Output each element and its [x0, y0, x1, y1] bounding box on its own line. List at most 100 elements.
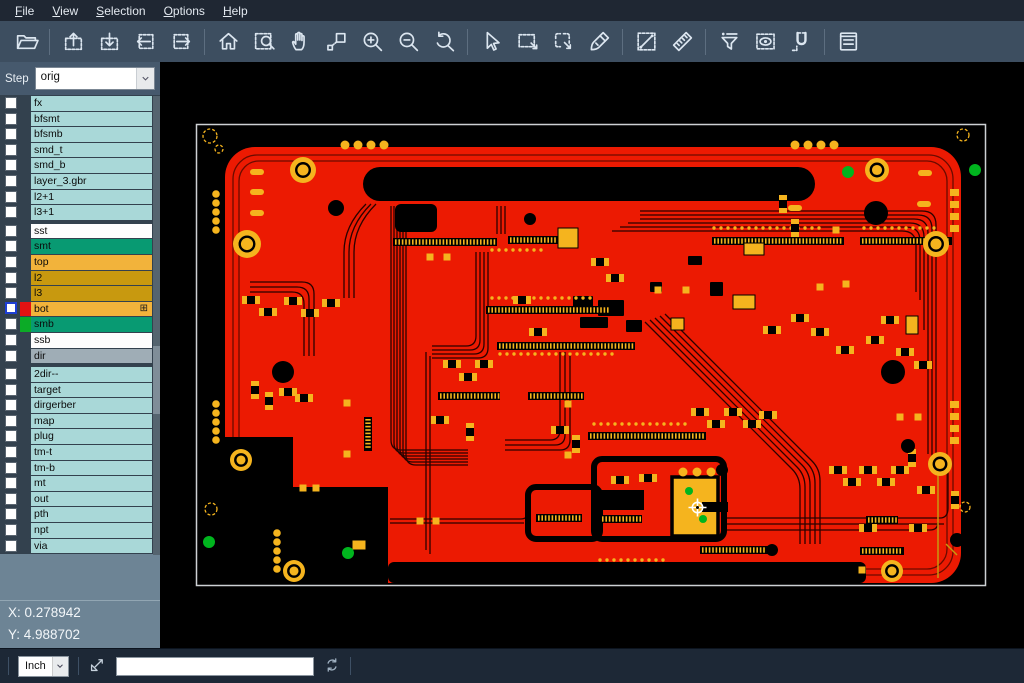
toolbar-zoom-window-button[interactable] [318, 25, 354, 59]
sidebar-scrollbar[interactable] [153, 96, 160, 555]
layer-row-2dir--[interactable]: 2dir-- [0, 367, 160, 382]
layer-row-plug[interactable]: plug [0, 429, 160, 444]
toolbar-open-folder-button[interactable] [8, 25, 44, 59]
layer-checkbox[interactable] [5, 113, 17, 125]
layer-color-swatch[interactable] [20, 205, 31, 220]
layer-row-tm-t[interactable]: tm-t [0, 445, 160, 460]
layer-row-l3+1[interactable]: l3+1 [0, 205, 160, 220]
layer-checkbox[interactable] [5, 272, 17, 284]
layer-color-swatch[interactable] [20, 224, 31, 239]
layer-checkbox[interactable] [5, 462, 17, 474]
layer-color-swatch[interactable] [20, 190, 31, 205]
toolbar-select-cursor-button[interactable] [473, 25, 509, 59]
layer-checkbox[interactable] [5, 508, 17, 520]
layer-color-swatch[interactable] [20, 143, 31, 158]
layer-row-out[interactable]: out [0, 492, 160, 507]
layer-checkbox[interactable] [5, 415, 17, 427]
layer-row-bfsmt[interactable]: bfsmt [0, 112, 160, 127]
toolbar-measure-line-button[interactable] [628, 25, 664, 59]
layer-row-l2[interactable]: l2 [0, 271, 160, 286]
layer-checkbox[interactable] [5, 128, 17, 140]
layer-row-l3[interactable]: l3 [0, 286, 160, 301]
layer-checkbox[interactable] [5, 191, 17, 203]
layer-color-swatch[interactable] [20, 112, 31, 127]
toolbar-log-panel-button[interactable] [830, 25, 866, 59]
layer-checkbox[interactable] [5, 302, 17, 314]
layer-color-swatch[interactable] [20, 286, 31, 301]
layer-checkbox[interactable] [5, 144, 17, 156]
layer-color-swatch[interactable] [20, 302, 31, 317]
toolbar-home-button[interactable] [210, 25, 246, 59]
layer-color-swatch[interactable] [20, 414, 31, 429]
toolbar-view-options-button[interactable] [747, 25, 783, 59]
layer-row-dirgerber[interactable]: dirgerber [0, 398, 160, 413]
layer-row-l2+1[interactable]: l2+1 [0, 190, 160, 205]
layer-checkbox[interactable] [5, 159, 17, 171]
toolbar-move-left-button[interactable] [127, 25, 163, 59]
layer-checkbox[interactable] [5, 384, 17, 396]
layer-color-swatch[interactable] [20, 174, 31, 189]
layer-checkbox[interactable] [5, 446, 17, 458]
layer-checkbox[interactable] [5, 256, 17, 268]
layer-color-swatch[interactable] [20, 349, 31, 364]
layer-row-smb[interactable]: smb [0, 317, 160, 332]
toolbar-select-group-button[interactable] [545, 25, 581, 59]
units-select[interactable]: Inch [18, 656, 69, 677]
layer-checkbox[interactable] [5, 524, 17, 536]
layer-checkbox[interactable] [5, 493, 17, 505]
toolbar-zoom-area-button[interactable] [246, 25, 282, 59]
layer-row-smt[interactable]: smt [0, 239, 160, 254]
layer-color-swatch[interactable] [20, 271, 31, 286]
layer-color-swatch[interactable] [20, 445, 31, 460]
layer-checkbox[interactable] [5, 175, 17, 187]
command-input[interactable] [116, 657, 314, 676]
layer-row-npt[interactable]: npt [0, 523, 160, 538]
chevron-down-icon[interactable] [136, 68, 154, 89]
toolbar-ruler-button[interactable] [664, 25, 700, 59]
toolbar-zoom-reset-button[interactable] [426, 25, 462, 59]
layer-row-sst[interactable]: sst [0, 224, 160, 239]
layer-checkbox[interactable] [5, 477, 17, 489]
layer-color-swatch[interactable] [20, 333, 31, 348]
refresh-button[interactable] [323, 656, 341, 677]
menu-item-view[interactable]: View [43, 2, 87, 20]
corner-tool-button[interactable] [88, 655, 107, 677]
layer-row-top[interactable]: top [0, 255, 160, 270]
toolbar-move-right-button[interactable] [163, 25, 199, 59]
menu-item-help[interactable]: Help [214, 2, 257, 20]
toolbar-clear-brush-button[interactable] [581, 25, 617, 59]
toolbar-zoom-in-button[interactable] [354, 25, 390, 59]
layer-color-swatch[interactable] [20, 367, 31, 382]
toolbar-filter-button[interactable] [711, 25, 747, 59]
layer-color-swatch[interactable] [20, 398, 31, 413]
layer-row-fx[interactable]: fx [0, 96, 160, 111]
layer-color-swatch[interactable] [20, 476, 31, 491]
layer-checkbox[interactable] [5, 287, 17, 299]
layer-checkbox[interactable] [5, 430, 17, 442]
pcb-viewport[interactable] [160, 62, 1024, 648]
layer-color-swatch[interactable] [20, 255, 31, 270]
layer-color-swatch[interactable] [20, 461, 31, 476]
layer-row-ssb[interactable]: ssb [0, 333, 160, 348]
toolbar-move-down-button[interactable] [91, 25, 127, 59]
layer-checkbox[interactable] [5, 350, 17, 362]
layer-row-layer_3.gbr[interactable]: layer_3.gbr [0, 174, 160, 189]
layer-row-smd_b[interactable]: smd_b [0, 158, 160, 173]
layer-color-swatch[interactable] [20, 158, 31, 173]
layer-color-swatch[interactable] [20, 429, 31, 444]
layer-color-swatch[interactable] [20, 96, 31, 111]
toolbar-select-rect-button[interactable] [509, 25, 545, 59]
layer-color-swatch[interactable] [20, 383, 31, 398]
layer-row-bot[interactable]: bot⊞ [0, 302, 160, 317]
layer-row-dir[interactable]: dir [0, 349, 160, 364]
layer-checkbox[interactable] [5, 318, 17, 330]
layer-color-swatch[interactable] [20, 539, 31, 554]
layer-row-map[interactable]: map [0, 414, 160, 429]
layer-checkbox[interactable] [5, 225, 17, 237]
layer-checkbox[interactable] [5, 399, 17, 411]
step-select[interactable]: orig [35, 67, 155, 90]
menu-item-selection[interactable]: Selection [87, 2, 154, 20]
layer-row-mt[interactable]: mt [0, 476, 160, 491]
toolbar-pan-hand-button[interactable] [282, 25, 318, 59]
layer-color-swatch[interactable] [20, 127, 31, 142]
